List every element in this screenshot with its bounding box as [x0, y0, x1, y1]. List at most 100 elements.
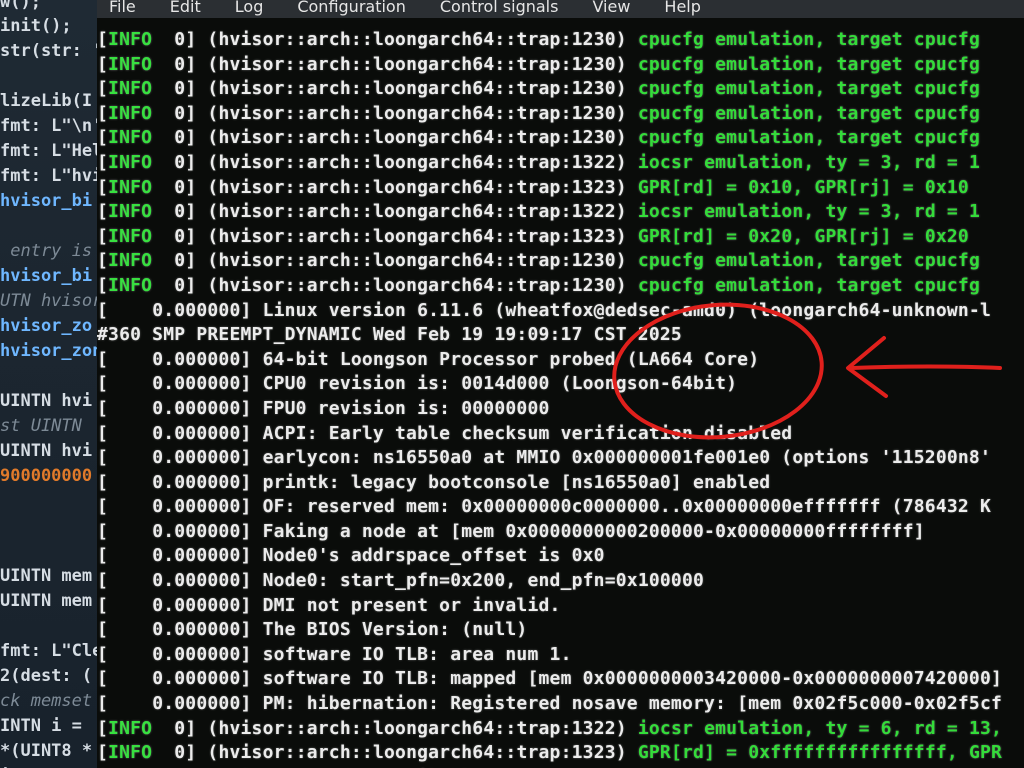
- log-line: [INFO 0] (hvisor::arch::loongarch64::tra…: [97, 717, 1024, 742]
- bracket-open: [: [97, 643, 109, 665]
- log-line: [ 0.000000] software IO TLB: area num 1.: [97, 643, 1024, 668]
- log-message: cpucfg emulation, target cpucfg: [637, 127, 981, 149]
- kernel-timestamp: 0.000000]: [108, 373, 252, 395]
- kernel-message: FPU0 revision is: 00000000: [251, 397, 550, 419]
- log-level-tag: INFO: [108, 151, 153, 173]
- bracket-open: [: [97, 570, 109, 592]
- serial-terminal-window: File Edit Log Configuration Control signals V…: [97, 0, 1024, 768]
- bracket-open: [: [97, 201, 109, 223]
- bracket-open: [: [97, 373, 109, 395]
- bracket-open: [: [97, 29, 109, 50]
- bracket-close: ]: [185, 78, 208, 100]
- kernel-message: OF: reserved mem: 0x00000000c0000000..0x…: [251, 496, 992, 518]
- bracket-close: ]: [185, 53, 208, 75]
- menu-bar: File Edit Log Configuration Control signals V…: [97, 0, 1024, 18]
- log-cpu-number: 0: [174, 102, 186, 124]
- kernel-message: software IO TLB: mapped [mem 0x000000000…: [251, 668, 1003, 690]
- log-line: [INFO 0] (hvisor::arch::loongarch64::tra…: [97, 28, 1024, 53]
- log-message: cpucfg emulation, target cpucfg: [637, 53, 981, 75]
- editor-code-line: UINTN mem: [0, 566, 93, 586]
- log-line: [INFO 0] (hvisor::arch::loongarch64::tra…: [97, 225, 1024, 250]
- kernel-message: software IO TLB: area num 1.: [251, 643, 572, 665]
- kernel-timestamp: 0.000000]: [108, 496, 252, 518]
- bracket-close: ]: [185, 102, 208, 124]
- bracket-open: [: [97, 102, 109, 124]
- log-level-tag: INFO: [108, 53, 153, 75]
- menu-item-control-signals[interactable]: Control signals: [428, 0, 559, 16]
- editor-code-line: fmt: L"hvi: [0, 166, 100, 186]
- bracket-open: [: [97, 422, 109, 444]
- log-line: [ 0.000000] Node0: start_pfn=0x200, end_…: [97, 569, 1024, 594]
- bracket-open: [: [97, 348, 109, 370]
- bracket-close: ]: [185, 274, 208, 296]
- log-level-tag: INFO: [108, 29, 153, 50]
- log-level-tag: INFO: [108, 102, 153, 124]
- editor-code-line: UINTN mem: [0, 591, 93, 611]
- log-line: [INFO 0] (hvisor::arch::loongarch64::tra…: [97, 274, 1024, 299]
- bracket-open: [: [97, 496, 109, 518]
- log-level-tag: INFO: [108, 78, 153, 100]
- log-cpu-number: 0: [174, 127, 186, 149]
- log-cpu-number: 0: [174, 53, 186, 75]
- kernel-message: Node0: start_pfn=0x200, end_pfn=0x100000: [251, 570, 705, 592]
- menu-item-file[interactable]: File: [97, 0, 136, 16]
- kernel-timestamp: 0.000000]: [108, 422, 252, 444]
- bracket-open: [: [97, 225, 109, 247]
- log-cpu-number: 0: [174, 176, 186, 198]
- log-line: [ 0.000000] The BIOS Version: (null): [97, 618, 1024, 643]
- bracket-close: ]: [185, 29, 208, 50]
- editor-code-line: fmt: L"\n': [0, 116, 100, 136]
- kernel-timestamp: 0.000000]: [108, 643, 252, 665]
- menu-item-log[interactable]: Log: [223, 0, 264, 16]
- bracket-close: ]: [185, 250, 208, 272]
- menu-item-edit[interactable]: Edit: [158, 0, 201, 16]
- editor-code-line: *(UINT8 *: [0, 741, 93, 761]
- background-code-editor: w(); init(); str(str: ' lizeLib(I fmt: L"\n'…: [0, 0, 100, 768]
- editor-code-line: UINTN hvi: [0, 391, 93, 411]
- log-line: [INFO 0] (hvisor::arch::loongarch64::tra…: [97, 126, 1024, 151]
- editor-code-line: fmt: L"Hel: [0, 141, 100, 161]
- log-level-tag: INFO: [108, 717, 153, 739]
- kernel-timestamp: 0.000000]: [108, 471, 252, 493]
- log-message: iocsr emulation, ty = 6, rd = 13,: [637, 717, 1003, 739]
- menu-item-view[interactable]: View: [580, 0, 630, 16]
- log-cpu-number: 0: [174, 274, 186, 296]
- bracket-close: ]: [185, 151, 208, 173]
- kernel-message: ACPI: Early table checksum verification …: [251, 422, 793, 444]
- log-line: [ 0.000000] Linux version 6.11.6 (wheatf…: [97, 299, 1024, 324]
- log-level-tag: INFO: [108, 176, 153, 198]
- menu-item-help[interactable]: Help: [652, 0, 700, 16]
- kernel-timestamp: 0.000000]: [108, 570, 252, 592]
- kernel-timestamp: 0.000000]: [108, 520, 252, 542]
- log-line: [ 0.000000] Faking a node at [mem 0x0000…: [97, 520, 1024, 545]
- log-source: (hvisor::arch::loongarch64::trap:1322): [207, 201, 627, 223]
- log-line: [ 0.000000] PM: hibernation: Registered …: [97, 692, 1024, 717]
- editor-code-line: hvisor_zo: [0, 316, 93, 336]
- log-message: cpucfg emulation, target cpucfg: [637, 29, 981, 50]
- log-cpu-number: 0: [174, 151, 186, 173]
- bracket-close: ]: [185, 742, 208, 764]
- kernel-message: The BIOS Version: (null): [251, 619, 528, 641]
- bracket-open: [: [97, 471, 109, 493]
- editor-code-line: init();: [0, 16, 72, 36]
- log-source: (hvisor::arch::loongarch64::trap:1230): [207, 29, 627, 50]
- bracket-close: ]: [185, 201, 208, 223]
- kernel-timestamp: 0.000000]: [108, 348, 252, 370]
- log-message: iocsr emulation, ty = 3, rd = 1: [637, 151, 981, 173]
- log-source: (hvisor::arch::loongarch64::trap:1322): [207, 151, 627, 173]
- kernel-message: #360 SMP PREEMPT_DYNAMIC Wed Feb 19 19:0…: [97, 324, 682, 346]
- bracket-open: [: [97, 594, 109, 616]
- log-source: (hvisor::arch::loongarch64::trap:1323): [207, 742, 627, 764]
- log-line: [ 0.000000] ACPI: Early table checksum v…: [97, 422, 1024, 447]
- log-line: [INFO 0] (hvisor::arch::loongarch64::tra…: [97, 200, 1024, 225]
- menu-item-configuration[interactable]: Configuration: [285, 0, 406, 16]
